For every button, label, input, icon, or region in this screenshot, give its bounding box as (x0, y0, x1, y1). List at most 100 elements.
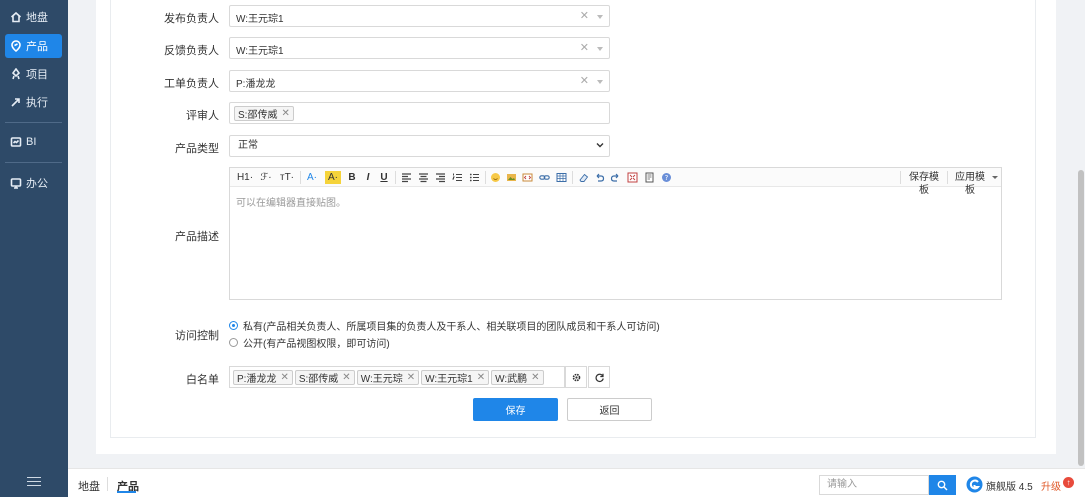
sidebar-item-dashboard[interactable]: 地盘 (5, 5, 62, 29)
emoji-icon[interactable] (490, 172, 501, 183)
align-right-icon[interactable] (435, 172, 446, 183)
remove-tag-icon[interactable]: ✕ (280, 372, 288, 383)
remove-tag-icon[interactable]: ✕ (281, 108, 289, 119)
caret-down-icon (597, 15, 603, 19)
ticket-owner-value: P:潘龙龙 (236, 79, 276, 90)
sidebar-item-execution[interactable]: 执行 (5, 90, 62, 114)
caret-down-icon (597, 80, 603, 84)
italic-button[interactable]: I (363, 171, 373, 184)
radio-label: 私有(产品相关负责人、所属项目集的负责人及干系人、相关联项目的团队成员和干系人可… (243, 322, 660, 333)
upgrade-alert-icon[interactable]: ↑ (1063, 477, 1074, 488)
remove-tag-icon[interactable]: ✕ (531, 372, 539, 383)
project-icon (11, 68, 21, 80)
whitelist-tag: W:王元琮 ✕ (356, 369, 420, 385)
access-public-option[interactable]: 公开(有产品视图权限，即可访问) (229, 335, 390, 350)
sidebar-item-bi[interactable]: BI (5, 130, 62, 154)
sidebar: 地盘 产品 项目 执行 BI 办公 (0, 0, 68, 497)
sidebar-item-label: 执行 (26, 97, 48, 109)
toolbar-divider (485, 171, 486, 184)
tag-label: W:王元琮1 (425, 373, 473, 385)
apply-template-button[interactable]: 应用模板 (951, 171, 989, 196)
office-icon (10, 178, 22, 189)
heading-button[interactable]: H1· (235, 171, 255, 184)
menu-collapse-icon[interactable] (27, 474, 41, 488)
align-left-icon[interactable] (401, 172, 412, 183)
sidebar-item-label: 项目 (26, 69, 48, 81)
ordered-list-icon[interactable] (452, 172, 463, 183)
eraser-icon[interactable] (578, 172, 589, 183)
table-icon[interactable] (556, 172, 567, 183)
link-icon[interactable] (539, 172, 550, 183)
access-control-label: 访问控制 (175, 330, 219, 342)
image-icon[interactable] (506, 172, 517, 183)
save-template-button[interactable]: 保存模板 (905, 171, 943, 196)
back-button[interactable]: 返回 (567, 398, 652, 421)
sidebar-divider (5, 122, 62, 123)
tab-dashboard[interactable]: 地盘 (78, 478, 100, 494)
radio-unchecked[interactable] (229, 338, 238, 347)
whitelist-settings-button[interactable] (565, 366, 587, 388)
background-color-button[interactable]: A· (325, 171, 341, 184)
caret-down-icon (597, 47, 603, 51)
sidebar-item-label: BI (26, 136, 37, 148)
sidebar-item-office[interactable]: 办公 (5, 171, 62, 195)
release-owner-select[interactable]: W:王元琮1 ✕ (229, 5, 610, 27)
clear-icon[interactable]: ✕ (580, 74, 589, 87)
radio-checked[interactable] (229, 321, 238, 330)
font-family-button[interactable]: ℱ· (258, 171, 274, 184)
scrollbar-thumb[interactable] (1078, 170, 1084, 466)
whitelist-tag: W:王元琮1 ✕ (421, 369, 490, 385)
sidebar-item-label: 产品 (26, 41, 48, 53)
bi-icon (10, 137, 22, 147)
release-owner-label: 发布负责人 (164, 13, 219, 25)
source-icon[interactable] (644, 172, 655, 183)
search-button[interactable] (929, 475, 956, 495)
font-size-button[interactable]: тT· (278, 171, 296, 184)
feedback-owner-select[interactable]: W:王元琮1 ✕ (229, 37, 610, 59)
home-icon (10, 11, 22, 23)
sidebar-divider (5, 162, 62, 163)
ticket-owner-label: 工单负责人 (164, 78, 219, 90)
tag-label: W:武鹏 (495, 373, 528, 385)
search-icon (937, 480, 948, 490)
whitelist-tag: W:武鹏 ✕ (491, 369, 544, 385)
clear-icon[interactable]: ✕ (580, 9, 589, 22)
bold-button[interactable]: B (347, 171, 357, 184)
chevron-down-icon (596, 143, 604, 148)
align-center-icon[interactable] (418, 172, 429, 183)
release-owner-value: W:王元琮1 (236, 14, 284, 25)
access-private-option[interactable]: 私有(产品相关负责人、所属项目集的负责人及干系人、相关联项目的团队成员和干系人可… (229, 318, 660, 333)
remove-tag-icon[interactable]: ✕ (342, 372, 350, 383)
font-color-button[interactable]: A· (305, 171, 319, 184)
upgrade-link[interactable]: 升级 (1041, 478, 1061, 493)
editor-toolbar: H1· ℱ· тT· A· A· B I U ? 保存模板 应用模板 (230, 168, 1001, 196)
tag-label: S:邵传威 (238, 109, 278, 121)
redo-icon[interactable] (610, 172, 621, 183)
save-button[interactable]: 保存 (473, 398, 558, 421)
remove-tag-icon[interactable]: ✕ (407, 372, 415, 383)
caret-down-icon (992, 176, 998, 179)
clear-icon[interactable]: ✕ (580, 41, 589, 54)
sidebar-item-product[interactable]: 产品 (5, 34, 62, 58)
description-editor[interactable]: H1· ℱ· тT· A· A· B I U ? 保存模板 应用模板 可以在编辑… (229, 167, 1002, 300)
fullscreen-icon[interactable] (627, 172, 638, 183)
sidebar-item-project[interactable]: 项目 (5, 62, 62, 86)
ticket-owner-select[interactable]: P:潘龙龙 ✕ (229, 70, 610, 92)
undo-icon[interactable] (594, 172, 605, 183)
product-type-select[interactable]: 正常 (229, 135, 610, 157)
help-icon[interactable]: ? (661, 172, 672, 183)
tag-label: W:王元琮 (360, 373, 403, 385)
whitelist-refresh-button[interactable] (588, 366, 610, 388)
reviewer-select[interactable]: S:邵传威 ✕ (229, 102, 610, 124)
toolbar-divider (395, 171, 396, 184)
feedback-owner-label: 反馈负责人 (164, 45, 219, 57)
unordered-list-icon[interactable] (469, 172, 480, 183)
whitelist-select[interactable]: P:潘龙龙 ✕ S:邵传威 ✕ W:王元琮 ✕ W:王元琮1 ✕ W:武鹏 ✕ (229, 366, 565, 388)
code-icon[interactable] (522, 172, 533, 183)
search-input[interactable]: 请输入 (819, 475, 929, 495)
bottom-bar: 地盘 产品 请输入 旗舰版 4.5 升级 ↑ (68, 468, 1085, 497)
edition-label: 旗舰版 4.5 (986, 482, 1033, 493)
remove-tag-icon[interactable]: ✕ (477, 372, 485, 383)
underline-button[interactable]: U (379, 171, 389, 184)
radio-label: 公开(有产品视图权限，即可访问) (243, 339, 390, 350)
